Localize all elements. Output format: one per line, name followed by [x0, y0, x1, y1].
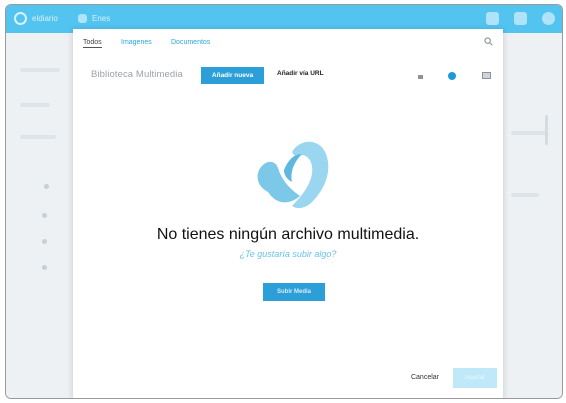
logo-icon[interactable] — [14, 12, 27, 25]
site-name[interactable]: eldiario — [32, 14, 58, 23]
backdrop-line — [20, 68, 60, 72]
section-label[interactable]: Enes — [92, 14, 110, 23]
insert-button[interactable]: Insertar — [453, 368, 497, 388]
search-icon[interactable] — [484, 37, 493, 46]
add-via-url-link[interactable]: Añadir vía URL — [277, 70, 324, 77]
list-view-icon[interactable] — [418, 75, 423, 79]
backdrop-dot — [42, 239, 47, 244]
backdrop-line — [20, 135, 56, 139]
backdrop-dot — [44, 184, 49, 189]
backdrop-dot — [42, 213, 47, 218]
cancel-button[interactable]: Cancelar — [408, 371, 442, 385]
tab-imagenes[interactable]: Imagenes — [121, 39, 152, 46]
upload-prompt-link[interactable]: ¿Te gustaría subir algo? — [73, 249, 503, 259]
backdrop-scrollbar — [545, 115, 548, 145]
brush-icon[interactable] — [486, 12, 499, 25]
upload-media-button[interactable]: Subir Media — [263, 283, 325, 301]
add-new-button[interactable]: Añadir nueva — [201, 67, 264, 84]
settings-icon[interactable] — [542, 12, 555, 25]
toggle-icon[interactable] — [448, 72, 456, 80]
grid-view-icon[interactable] — [482, 72, 491, 79]
media-library-modal: Todos Imagenes Documentos Biblioteca Mul… — [73, 29, 503, 398]
empty-state-message: No tienes ningún archivo multimedia. — [156, 226, 420, 243]
tab-todos[interactable]: Todos — [83, 39, 102, 48]
library-title: Biblioteca Multimedia — [91, 69, 183, 80]
app-window: eldiario Enes Todos Imagenes Documentos … — [5, 4, 563, 399]
media-tabs: Todos Imagenes Documentos — [73, 29, 503, 57]
media-header: Biblioteca Multimedia Añadir nueva Añadi… — [73, 61, 503, 84]
backdrop-dot — [42, 265, 47, 270]
tab-documentos[interactable]: Documentos — [171, 39, 210, 46]
grid-icon[interactable] — [514, 12, 527, 25]
section-icon — [78, 14, 87, 23]
media-empty-icon — [257, 141, 329, 209]
backdrop-line — [20, 103, 50, 107]
backdrop-line — [511, 131, 547, 135]
backdrop-line — [511, 193, 539, 197]
